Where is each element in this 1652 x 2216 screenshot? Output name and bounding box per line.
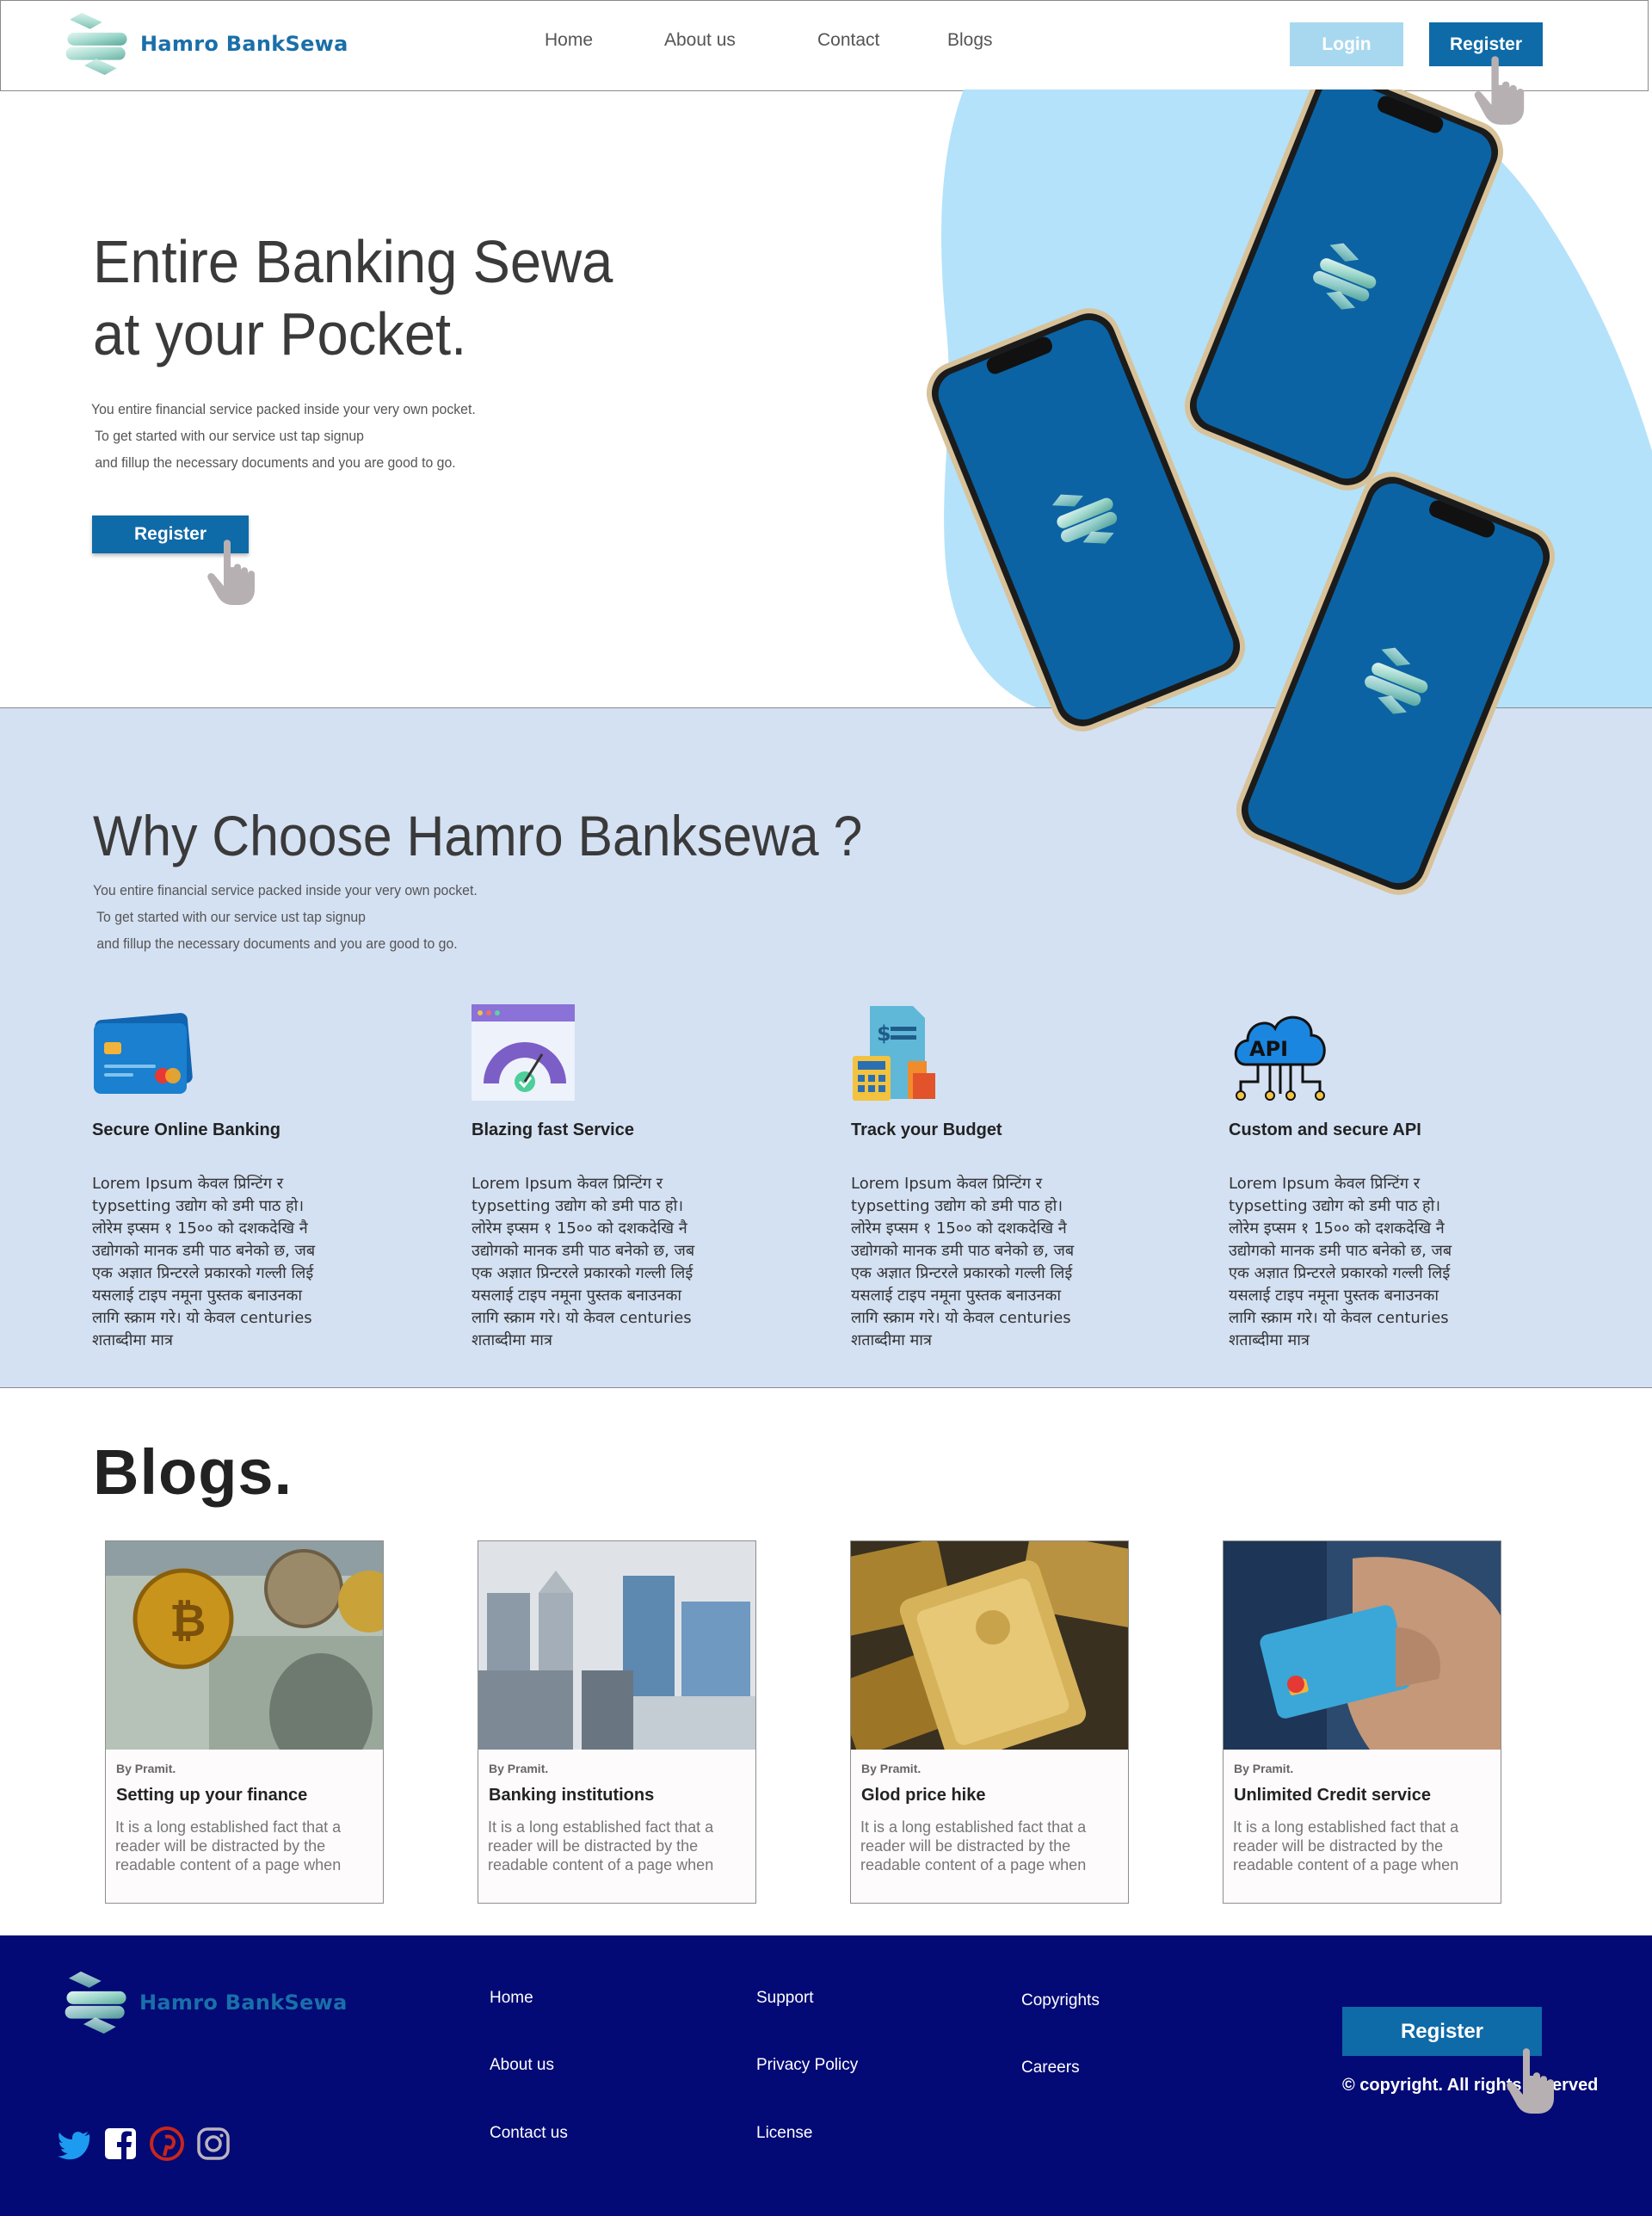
instagram-icon[interactable]: [196, 2126, 231, 2161]
blog-title[interactable]: Banking institutions: [489, 1786, 755, 1806]
footer-link-about[interactable]: About us: [490, 2056, 554, 2075]
pointer-hand-icon: [200, 535, 268, 609]
feature-body: Lorem Ipsum केवल प्रिन्टिंग र typsetting…: [472, 1175, 695, 1349]
credit-card-hand-image: [1224, 1541, 1501, 1750]
footer-link-license[interactable]: License: [756, 2124, 813, 2143]
blog-excerpt: It is a long established fact that a rea…: [488, 1818, 714, 1873]
hero-title-line2: at your Pocket.: [93, 300, 467, 367]
hero-title: Entire Banking Sewa at your Pocket.: [93, 225, 613, 370]
svg-text:$: $: [877, 1022, 891, 1046]
city-buildings-image: [478, 1541, 755, 1750]
facebook-icon[interactable]: [103, 2126, 138, 2161]
blog-card[interactable]: By Pramit. Unlimited Credit service It i…: [1223, 1540, 1501, 1904]
feature-card: Blazing fast Service Lorem Ipsum केवल प्…: [472, 1004, 730, 1352]
blog-author: By Pramit.: [116, 1762, 176, 1775]
phone-mockups: [914, 90, 1652, 916]
pointer-hand-icon: [1499, 2044, 1568, 2118]
footer-link-support[interactable]: Support: [756, 1989, 814, 2008]
blog-author: By Pramit.: [861, 1762, 922, 1775]
twitter-icon[interactable]: [57, 2126, 91, 2161]
brand-logo-mark: [60, 1968, 133, 2037]
hero-title-line1: Entire Banking Sewa: [93, 228, 613, 295]
top-navbar: Hamro BankSewa Home About us Contact Blo…: [0, 0, 1649, 91]
blog-excerpt: It is a long established fact that a rea…: [860, 1818, 1087, 1873]
nav-about[interactable]: About us: [664, 30, 736, 51]
why-desc-line3: and fillup the necessary documents and y…: [93, 935, 458, 952]
nav-blogs[interactable]: Blogs: [947, 30, 993, 51]
blog-card[interactable]: By Pramit. Glod price hike It is a long …: [850, 1540, 1129, 1904]
feature-title: Track your Budget: [851, 1120, 1002, 1139]
feature-card: $ Track your Budget Lorem Ipsum केवल प्र…: [851, 1004, 1109, 1352]
footer-brand-name: Hamro BankSewa: [139, 1991, 348, 2015]
why-description: You entire financial service packed insi…: [93, 877, 478, 957]
feature-body: Lorem Ipsum केवल प्रिन्टिंग र typsetting…: [92, 1175, 316, 1349]
nav-contact[interactable]: Contact: [817, 30, 879, 51]
footer-link-copyrights[interactable]: Copyrights: [1021, 1991, 1100, 2010]
blog-excerpt: It is a long established fact that a rea…: [1233, 1818, 1459, 1873]
budget-calculator-icon: $: [853, 1006, 935, 1101]
why-desc-line2: To get started with our service ust tap …: [93, 909, 366, 925]
blog-title[interactable]: Unlimited Credit service: [1234, 1786, 1501, 1806]
blog-title[interactable]: Setting up your finance: [116, 1786, 383, 1806]
brand-logo-mark: [61, 9, 133, 78]
brand-logo[interactable]: Hamro BankSewa: [61, 9, 348, 78]
why-desc-line1: You entire financial service packed insi…: [93, 882, 478, 898]
feature-body: Lorem Ipsum केवल प्रिन्टिंग र typsetting…: [1229, 1175, 1452, 1349]
why-title: Why Choose Hamro Banksewa ?: [93, 804, 863, 867]
credit-card-icon: [94, 1013, 193, 1094]
feature-title: Blazing fast Service: [472, 1120, 634, 1139]
login-button[interactable]: Login: [1290, 22, 1403, 66]
footer-link-privacy[interactable]: Privacy Policy: [756, 2056, 858, 2075]
footer-link-contact[interactable]: Contact us: [490, 2124, 568, 2143]
nav-home[interactable]: Home: [545, 30, 593, 51]
blogs-title: Blogs.: [93, 1436, 293, 1508]
blog-card[interactable]: ₿ By Pramit. Setting up your finance It …: [105, 1540, 384, 1904]
api-label: API: [1249, 1037, 1288, 1061]
hero-desc-line1: You entire financial service packed insi…: [91, 401, 476, 417]
footer-link-careers[interactable]: Careers: [1021, 2059, 1080, 2077]
feature-title: Custom and secure API: [1229, 1120, 1421, 1139]
pinterest-icon[interactable]: [150, 2126, 184, 2161]
blog-author: By Pramit.: [1234, 1762, 1294, 1775]
feature-card: Secure Online Banking Lorem Ipsum केवल प…: [92, 1004, 350, 1352]
blog-excerpt: It is a long established fact that a rea…: [115, 1818, 342, 1873]
hero-desc-line3: and fillup the necessary documents and y…: [91, 454, 456, 471]
feature-card: API Custom and secure API Lorem Ipsum के…: [1229, 1004, 1487, 1352]
speedometer-icon: [472, 1004, 578, 1101]
bitcoin-dollar-image: ₿: [106, 1541, 383, 1750]
feature-title: Secure Online Banking: [92, 1120, 280, 1139]
api-cloud-icon: API: [1234, 1015, 1326, 1101]
gold-bars-image: [851, 1541, 1128, 1750]
footer-brand-logo[interactable]: Hamro BankSewa: [60, 1968, 348, 2037]
hero-description: You entire financial service packed insi…: [91, 396, 476, 476]
site-footer: Hamro BankSewa Home About us Contact us …: [0, 1935, 1652, 2216]
blog-author: By Pramit.: [489, 1762, 549, 1775]
blog-card[interactable]: By Pramit. Banking institutions It is a …: [478, 1540, 756, 1904]
feature-body: Lorem Ipsum केवल प्रिन्टिंग र typsetting…: [851, 1175, 1075, 1349]
blog-title[interactable]: Glod price hike: [861, 1786, 1128, 1806]
footer-link-home[interactable]: Home: [490, 1989, 533, 2008]
svg-text:₿: ₿: [170, 1596, 206, 1647]
hero-desc-line2: To get started with our service ust tap …: [91, 428, 364, 444]
brand-name: Hamro BankSewa: [140, 32, 348, 56]
